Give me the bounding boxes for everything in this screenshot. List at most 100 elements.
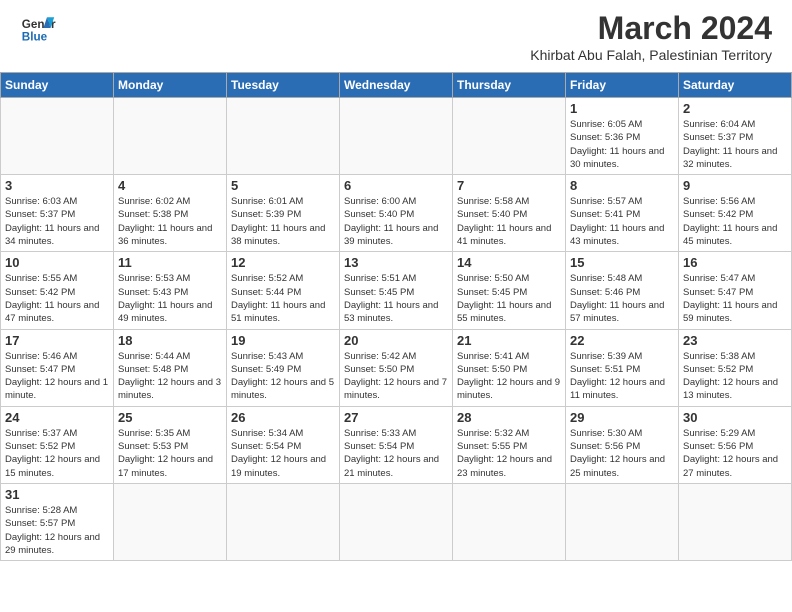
- weekday-header: Saturday: [679, 73, 792, 98]
- day-info: Sunrise: 5:34 AM Sunset: 5:54 PM Dayligh…: [231, 427, 335, 480]
- day-info: Sunrise: 5:48 AM Sunset: 5:46 PM Dayligh…: [570, 272, 674, 325]
- day-info: Sunrise: 6:05 AM Sunset: 5:36 PM Dayligh…: [570, 118, 674, 171]
- calendar-cell: 4 Sunrise: 6:02 AM Sunset: 5:38 PM Daylig…: [114, 175, 227, 252]
- day-info: Sunrise: 5:56 AM Sunset: 5:42 PM Dayligh…: [683, 195, 787, 248]
- calendar-cell: 11Sunrise: 5:53 AM Sunset: 5:43 PM Dayli…: [114, 252, 227, 329]
- calendar-cell: [566, 483, 679, 560]
- weekday-header: Tuesday: [227, 73, 340, 98]
- calendar-cell: [679, 483, 792, 560]
- day-info: Sunrise: 5:57 AM Sunset: 5:41 PM Dayligh…: [570, 195, 674, 248]
- calendar-cell: 31 Sunrise: 5:28 AM Sunset: 5:57 PM Dayli…: [1, 483, 114, 560]
- page-title: March 2024: [530, 10, 772, 47]
- day-number: 12: [231, 255, 335, 270]
- day-info: Sunrise: 5:39 AM Sunset: 5:51 PM Dayligh…: [570, 350, 674, 403]
- day-info: Sunrise: 5:58 AM Sunset: 5:40 PM Dayligh…: [457, 195, 561, 248]
- calendar-cell: 14 Sunrise: 5:50 AM Sunset: 5:45 PM Dayli…: [453, 252, 566, 329]
- day-number: 28: [457, 410, 561, 425]
- day-number: 16: [683, 255, 787, 270]
- calendar-cell: 7Sunrise: 5:58 AM Sunset: 5:40 PM Daylig…: [453, 175, 566, 252]
- calendar-cell: [227, 483, 340, 560]
- calendar-cell: 10Sunrise: 5:55 AM Sunset: 5:42 PM Dayli…: [1, 252, 114, 329]
- day-info: Sunrise: 6:03 AM Sunset: 5:37 PM Dayligh…: [5, 195, 109, 248]
- day-number: 4: [118, 178, 222, 193]
- day-info: Sunrise: 5:28 AM Sunset: 5:57 PM Dayligh…: [5, 504, 109, 557]
- calendar-cell: 25 Sunrise: 5:35 AM Sunset: 5:53 PM Dayli…: [114, 406, 227, 483]
- calendar-cell: 26 Sunrise: 5:34 AM Sunset: 5:54 PM Dayli…: [227, 406, 340, 483]
- day-info: Sunrise: 5:53 AM Sunset: 5:43 PM Dayligh…: [118, 272, 222, 325]
- weekday-header: Thursday: [453, 73, 566, 98]
- day-number: 13: [344, 255, 448, 270]
- day-info: Sunrise: 6:01 AM Sunset: 5:39 PM Dayligh…: [231, 195, 335, 248]
- day-number: 9: [683, 178, 787, 193]
- logo: General Blue: [20, 10, 56, 46]
- day-number: 26: [231, 410, 335, 425]
- calendar-week-row: 10Sunrise: 5:55 AM Sunset: 5:42 PM Dayli…: [1, 252, 792, 329]
- weekday-header: Monday: [114, 73, 227, 98]
- calendar-cell: [340, 98, 453, 175]
- day-number: 31: [5, 487, 109, 502]
- day-number: 19: [231, 333, 335, 348]
- day-number: 27: [344, 410, 448, 425]
- calendar-cell: 30Sunrise: 5:29 AM Sunset: 5:56 PM Dayli…: [679, 406, 792, 483]
- title-block: March 2024 Khirbat Abu Falah, Palestinia…: [530, 10, 772, 63]
- calendar-cell: 21Sunrise: 5:41 AM Sunset: 5:50 PM Dayli…: [453, 329, 566, 406]
- day-info: Sunrise: 5:33 AM Sunset: 5:54 PM Dayligh…: [344, 427, 448, 480]
- page-subtitle: Khirbat Abu Falah, Palestinian Territory: [530, 47, 772, 63]
- calendar-cell: 13 Sunrise: 5:51 AM Sunset: 5:45 PM Dayli…: [340, 252, 453, 329]
- calendar-week-row: 24 Sunrise: 5:37 AM Sunset: 5:52 PM Dayli…: [1, 406, 792, 483]
- calendar-cell: 16 Sunrise: 5:47 AM Sunset: 5:47 PM Dayli…: [679, 252, 792, 329]
- calendar-week-row: 31 Sunrise: 5:28 AM Sunset: 5:57 PM Dayli…: [1, 483, 792, 560]
- day-info: Sunrise: 5:35 AM Sunset: 5:53 PM Dayligh…: [118, 427, 222, 480]
- calendar-cell: 17 Sunrise: 5:46 AM Sunset: 5:47 PM Dayli…: [1, 329, 114, 406]
- calendar-cell: 12Sunrise: 5:52 AM Sunset: 5:44 PM Dayli…: [227, 252, 340, 329]
- day-number: 10: [5, 255, 109, 270]
- calendar-week-row: 1Sunrise: 6:05 AM Sunset: 5:36 PM Daylig…: [1, 98, 792, 175]
- calendar-cell: 27 Sunrise: 5:33 AM Sunset: 5:54 PM Dayli…: [340, 406, 453, 483]
- day-info: Sunrise: 5:50 AM Sunset: 5:45 PM Dayligh…: [457, 272, 561, 325]
- day-info: Sunrise: 5:29 AM Sunset: 5:56 PM Dayligh…: [683, 427, 787, 480]
- calendar-cell: 1Sunrise: 6:05 AM Sunset: 5:36 PM Daylig…: [566, 98, 679, 175]
- day-number: 25: [118, 410, 222, 425]
- calendar-cell: 15 Sunrise: 5:48 AM Sunset: 5:46 PM Dayli…: [566, 252, 679, 329]
- calendar-cell: 19Sunrise: 5:43 AM Sunset: 5:49 PM Dayli…: [227, 329, 340, 406]
- calendar-table: SundayMondayTuesdayWednesdayThursdayFrid…: [0, 72, 792, 561]
- calendar-cell: 3 Sunrise: 6:03 AM Sunset: 5:37 PM Daylig…: [1, 175, 114, 252]
- day-number: 3: [5, 178, 109, 193]
- day-info: Sunrise: 6:00 AM Sunset: 5:40 PM Dayligh…: [344, 195, 448, 248]
- day-info: Sunrise: 5:38 AM Sunset: 5:52 PM Dayligh…: [683, 350, 787, 403]
- day-number: 24: [5, 410, 109, 425]
- day-info: Sunrise: 5:51 AM Sunset: 5:45 PM Dayligh…: [344, 272, 448, 325]
- day-number: 29: [570, 410, 674, 425]
- calendar-cell: [340, 483, 453, 560]
- day-number: 17: [5, 333, 109, 348]
- day-number: 15: [570, 255, 674, 270]
- calendar-cell: 24 Sunrise: 5:37 AM Sunset: 5:52 PM Dayli…: [1, 406, 114, 483]
- calendar-cell: [114, 98, 227, 175]
- calendar-cell: 5Sunrise: 6:01 AM Sunset: 5:39 PM Daylig…: [227, 175, 340, 252]
- calendar-cell: 23Sunrise: 5:38 AM Sunset: 5:52 PM Dayli…: [679, 329, 792, 406]
- calendar-cell: [1, 98, 114, 175]
- calendar-cell: 8 Sunrise: 5:57 AM Sunset: 5:41 PM Daylig…: [566, 175, 679, 252]
- day-info: Sunrise: 5:37 AM Sunset: 5:52 PM Dayligh…: [5, 427, 109, 480]
- logo-icon: General Blue: [20, 10, 56, 46]
- weekday-header: Sunday: [1, 73, 114, 98]
- weekday-header: Wednesday: [340, 73, 453, 98]
- day-number: 8: [570, 178, 674, 193]
- day-info: Sunrise: 5:42 AM Sunset: 5:50 PM Dayligh…: [344, 350, 448, 403]
- calendar-cell: [114, 483, 227, 560]
- day-info: Sunrise: 5:46 AM Sunset: 5:47 PM Dayligh…: [5, 350, 109, 403]
- day-number: 18: [118, 333, 222, 348]
- calendar-header-row: SundayMondayTuesdayWednesdayThursdayFrid…: [1, 73, 792, 98]
- calendar-cell: [227, 98, 340, 175]
- day-number: 6: [344, 178, 448, 193]
- day-info: Sunrise: 5:47 AM Sunset: 5:47 PM Dayligh…: [683, 272, 787, 325]
- day-number: 14: [457, 255, 561, 270]
- calendar-week-row: 17 Sunrise: 5:46 AM Sunset: 5:47 PM Dayli…: [1, 329, 792, 406]
- weekday-header: Friday: [566, 73, 679, 98]
- day-number: 2: [683, 101, 787, 116]
- calendar-cell: 22Sunrise: 5:39 AM Sunset: 5:51 PM Dayli…: [566, 329, 679, 406]
- calendar-cell: 18Sunrise: 5:44 AM Sunset: 5:48 PM Dayli…: [114, 329, 227, 406]
- calendar-cell: 2Sunrise: 6:04 AM Sunset: 5:37 PM Daylig…: [679, 98, 792, 175]
- day-info: Sunrise: 6:02 AM Sunset: 5:38 PM Dayligh…: [118, 195, 222, 248]
- calendar-cell: [453, 483, 566, 560]
